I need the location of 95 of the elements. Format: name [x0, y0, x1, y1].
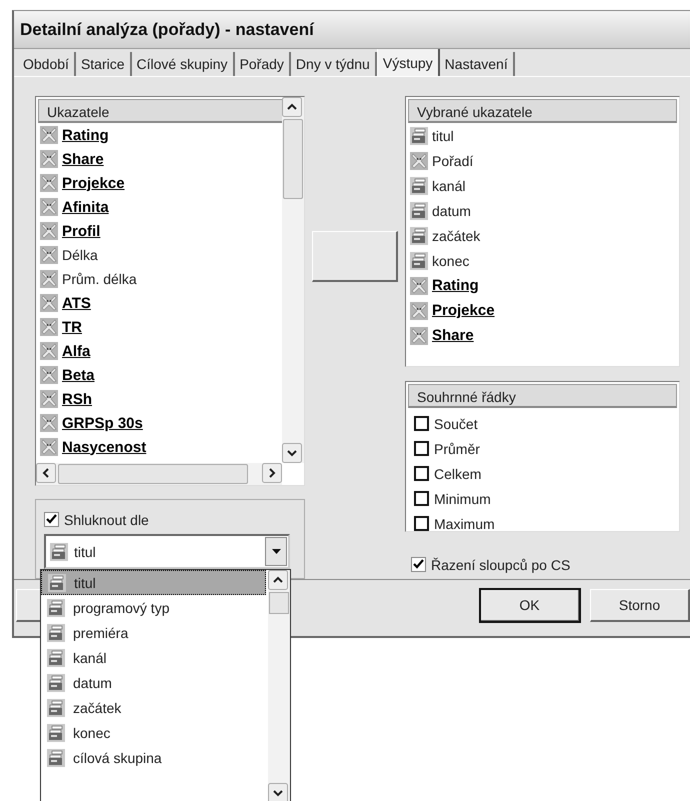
- x-tile-icon: [40, 342, 58, 360]
- list-item[interactable]: Afinita: [62, 198, 109, 216]
- x-tile-icon: [410, 276, 428, 294]
- selected-indicator-list[interactable]: Vybrané ukazatele titul Pořadí kanál datum začátek konec Rating Projekce Share: [405, 96, 680, 367]
- drawer-icon: [50, 542, 68, 560]
- list-item[interactable]: TR: [62, 318, 82, 336]
- checkbox-label: Řazení sloupců po CS: [431, 556, 570, 572]
- list-item[interactable]: titul: [432, 128, 454, 144]
- checkbox-label: Součet: [434, 416, 478, 432]
- drawer-icon: [47, 624, 65, 642]
- list-item[interactable]: datum: [432, 202, 471, 218]
- drawer-icon: [47, 674, 65, 692]
- x-tile-icon: [410, 326, 428, 344]
- drawer-icon: [48, 574, 66, 592]
- drawer-icon: [47, 724, 65, 742]
- list-header: Vybrané ukazatele: [408, 99, 677, 123]
- list-item[interactable]: Rating: [432, 277, 479, 294]
- x-tile-icon: [40, 318, 58, 336]
- x-tile-icon: [40, 126, 58, 144]
- list-header: Souhrnné řádky: [408, 384, 677, 408]
- checkbox[interactable]: [414, 466, 429, 481]
- scrollbar-thumb[interactable]: [283, 119, 303, 199]
- drawer-icon: [410, 226, 428, 244]
- drawer-icon: [410, 176, 428, 194]
- checkbox[interactable]: [414, 491, 429, 506]
- list-item[interactable]: Beta: [62, 366, 95, 384]
- dropdown-option[interactable]: titul: [41, 570, 266, 595]
- list-item[interactable]: Pořadí: [432, 152, 474, 168]
- drawer-icon: [47, 698, 65, 716]
- list-item[interactable]: RSh: [62, 390, 92, 408]
- list-item[interactable]: Share: [62, 150, 104, 168]
- x-tile-icon: [40, 246, 58, 264]
- list-item[interactable]: Alfa: [62, 342, 90, 360]
- list-item[interactable]: Projekce: [432, 302, 495, 319]
- list-item[interactable]: kanál: [432, 178, 466, 194]
- checkbox-label: Minimum: [434, 490, 491, 506]
- caret-icon: [272, 549, 280, 554]
- dropdown-option[interactable]: programový typ: [41, 595, 266, 620]
- list-item[interactable]: ATS: [62, 294, 91, 312]
- list-item[interactable]: Délka: [62, 247, 98, 263]
- scrollbar-thumb[interactable]: [58, 464, 248, 484]
- list-item[interactable]: Share: [432, 327, 474, 344]
- dropdown-option[interactable]: datum: [41, 670, 266, 695]
- x-tile-icon: [40, 366, 58, 384]
- tab[interactable]: Výstupy: [376, 49, 440, 76]
- add-button[interactable]: [312, 231, 398, 282]
- checkbox-label: Maximum: [434, 516, 495, 531]
- list-item[interactable]: Rating: [62, 126, 109, 144]
- drawer-icon: [410, 126, 428, 144]
- drawer-icon: [47, 648, 65, 666]
- dialog-button[interactable]: OK: [480, 589, 580, 622]
- x-tile-icon: [40, 150, 58, 168]
- checkbox[interactable]: [44, 512, 59, 527]
- dropdown-option[interactable]: konec: [41, 720, 266, 745]
- x-tile-icon: [40, 198, 58, 216]
- x-tile-icon: [410, 302, 428, 320]
- drawer-icon: [47, 748, 65, 766]
- checkbox[interactable]: [414, 441, 429, 456]
- x-tile-icon: [40, 270, 58, 288]
- list-item[interactable]: konec: [432, 252, 470, 268]
- x-tile-icon: [40, 390, 58, 408]
- checkbox-label: Shluknout dle: [64, 512, 149, 528]
- vertical-scrollbar[interactable]: [282, 97, 304, 463]
- list-item[interactable]: Projekce: [62, 174, 125, 192]
- drawer-icon: [410, 202, 428, 220]
- drawer-icon: [47, 598, 65, 616]
- x-tile-icon: [40, 438, 58, 456]
- list-item[interactable]: začátek: [432, 228, 480, 244]
- dropdown-option[interactable]: kanál: [41, 645, 266, 670]
- list-item[interactable]: GRPSp 30s: [62, 414, 143, 432]
- x-tile-icon: [40, 294, 58, 312]
- dropdown-option[interactable]: cílová skupina: [41, 745, 266, 770]
- checkbox[interactable]: [411, 557, 426, 572]
- x-tile-icon: [40, 414, 58, 432]
- x-tile-icon: [410, 152, 428, 170]
- drawer-icon: [410, 252, 428, 270]
- checkbox[interactable]: [414, 516, 429, 531]
- horizontal-scrollbar[interactable]: [36, 463, 282, 485]
- checkbox-label: Celkem: [434, 466, 482, 482]
- checkbox[interactable]: [414, 416, 429, 431]
- window-title: Detailní analýza (pořady) - nastavení: [14, 11, 690, 49]
- list-item[interactable]: Profil: [62, 222, 100, 240]
- down-arrow-icon[interactable]: [268, 783, 288, 801]
- list-item[interactable]: Nasycenost: [62, 438, 146, 456]
- group-by-dropdown[interactable]: titul: [44, 534, 290, 569]
- list-item[interactable]: Prům. délka: [62, 271, 137, 287]
- dropdown-option[interactable]: začátek: [41, 695, 266, 720]
- x-tile-icon: [40, 174, 58, 192]
- vertical-scrollbar[interactable]: [268, 570, 290, 801]
- indicator-list[interactable]: Ukazatele Rating Share Projekce Afinita Profil Délka Prům. délka ATS TR Alfa Beta RSh GRPSp 30s Nasycenost: [35, 96, 305, 486]
- dialog-button[interactable]: Storno: [590, 589, 690, 622]
- x-tile-icon: [40, 222, 58, 240]
- scrollbar-thumb[interactable]: [269, 592, 289, 614]
- checkbox-label: Průměr: [434, 440, 480, 456]
- dropdown-option[interactable]: premiéra: [41, 620, 266, 645]
